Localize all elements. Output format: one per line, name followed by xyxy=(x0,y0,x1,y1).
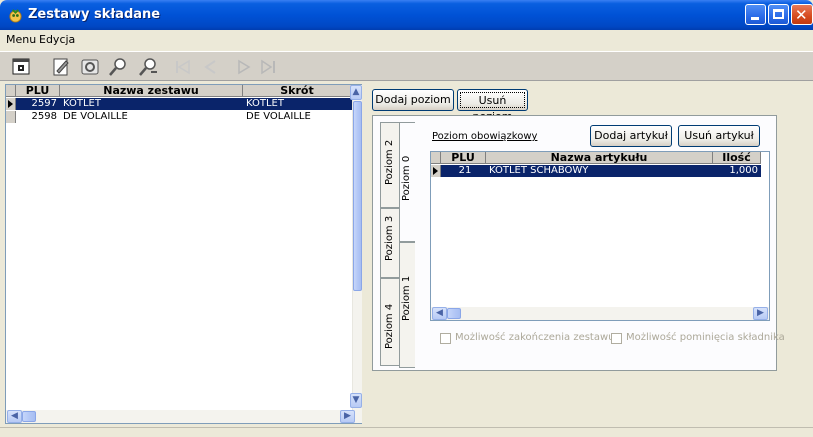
scroll-right-icon[interactable]: ▶ xyxy=(340,410,355,423)
tab-label: Poziom 1 xyxy=(401,275,412,321)
row-indicator xyxy=(431,165,441,177)
column-header-ilosc[interactable]: Ilość xyxy=(713,152,761,164)
menu-item-edycja[interactable]: Edycja xyxy=(39,33,75,46)
menu-item-menu[interactable]: Menu xyxy=(6,33,36,46)
horizontal-scrollbar[interactable]: ◀ ▶ xyxy=(431,307,769,320)
edit-icon[interactable] xyxy=(50,56,72,78)
minimize-icon xyxy=(751,17,759,20)
tab-label: Poziom 0 xyxy=(401,155,412,201)
tab-poziom-4[interactable]: Poziom 4 xyxy=(380,278,400,366)
app-icon xyxy=(9,9,22,23)
cell-name: DE VOLAILLE xyxy=(63,111,128,122)
tab-poziom-1[interactable]: Poziom 1 xyxy=(399,242,416,368)
tab-label: Poziom 3 xyxy=(384,215,395,261)
scroll-down-icon[interactable]: ▼ xyxy=(350,393,362,408)
can-finish-label: Możliwość zakończenia zestawu xyxy=(455,332,615,343)
window-title: Zestawy składane xyxy=(28,7,161,22)
can-skip-label: Możliwość pominięcia składnika xyxy=(626,332,785,343)
scroll-up-icon[interactable]: ▲ xyxy=(350,85,362,100)
row-indicator xyxy=(6,98,16,110)
column-header-skrot[interactable]: Skrót xyxy=(243,85,352,97)
menu-bar: Menu Edycja xyxy=(0,30,813,50)
column-header-nazwa-artykulu[interactable]: Nazwa artykułu xyxy=(486,152,713,164)
recycle-icon[interactable] xyxy=(79,56,101,78)
row-indicator xyxy=(6,111,16,123)
column-header-plu[interactable]: PLU xyxy=(441,152,486,164)
cell-plu: 2597 xyxy=(16,98,60,110)
last-record-icon[interactable] xyxy=(258,56,280,78)
can-skip-checkbox[interactable] xyxy=(611,333,622,344)
column-header-nazwa-zestawu[interactable]: Nazwa zestawu xyxy=(60,85,243,97)
column-header-plu[interactable]: PLU xyxy=(16,85,60,97)
remove-level-label: Usuń poziom xyxy=(460,92,525,123)
cell-qty: 1,000 xyxy=(713,165,761,177)
cell-short: KOTLET xyxy=(243,98,352,110)
level-title: Poziom obowiązkowy xyxy=(432,131,538,142)
close-icon: ✕ xyxy=(795,6,808,24)
tab-poziom-3[interactable]: Poziom 3 xyxy=(380,208,400,278)
articles-grid[interactable]: PLU Nazwa artykułu Ilość 21 KOTLET SCHAB… xyxy=(430,151,770,321)
scroll-thumb[interactable] xyxy=(353,101,362,291)
cell-plu: 21 xyxy=(441,165,486,177)
tab-poziom-2[interactable]: Poziom 2 xyxy=(380,122,400,208)
first-record-icon[interactable] xyxy=(172,56,194,78)
vertical-scrollbar[interactable]: ▲ ▼ xyxy=(350,85,362,410)
h-scroll-thumb[interactable] xyxy=(22,411,36,422)
maximize-button[interactable] xyxy=(768,4,789,25)
cell-plu: 2598 xyxy=(31,111,57,122)
row-indicator-header xyxy=(431,152,441,164)
next-record-icon[interactable] xyxy=(233,56,255,78)
horizontal-scrollbar[interactable]: ◀ ▶ xyxy=(6,410,362,423)
tab-poziom-0[interactable]: Poziom 0 xyxy=(399,122,416,242)
remove-article-button[interactable]: Usuń artykuł xyxy=(678,125,760,147)
row-indicator-header xyxy=(6,85,16,97)
prev-record-icon[interactable] xyxy=(200,56,222,78)
status-bar xyxy=(0,427,813,437)
add-level-button[interactable]: Dodaj poziom xyxy=(372,89,454,111)
current-row-arrow-icon xyxy=(8,100,13,108)
toolbar xyxy=(0,51,813,81)
tab-label: Poziom 4 xyxy=(384,303,395,349)
tab-label: Poziom 2 xyxy=(384,139,395,185)
scroll-right-icon[interactable]: ▶ xyxy=(753,307,768,320)
add-article-button[interactable]: Dodaj artykuł xyxy=(590,125,672,147)
cell-name: KOTLET xyxy=(60,98,243,110)
can-finish-checkbox[interactable] xyxy=(440,333,451,344)
scroll-left-icon[interactable]: ◀ xyxy=(7,410,22,423)
minimize-button[interactable] xyxy=(745,4,766,25)
search-icon[interactable] xyxy=(107,56,129,78)
close-button[interactable]: ✕ xyxy=(791,4,813,25)
h-scroll-thumb[interactable] xyxy=(447,308,461,319)
remove-level-button[interactable]: Usuń poziom xyxy=(457,89,528,123)
new-icon[interactable] xyxy=(10,56,32,78)
sets-grid[interactable]: PLU Nazwa zestawu Skrót 2597 KOTLET KOTL… xyxy=(5,84,362,424)
maximize-icon xyxy=(773,9,784,19)
cell-name: KOTLET SCHABOWY xyxy=(486,165,713,177)
title-bar: Zestawy składane ✕ xyxy=(0,0,813,30)
cell-short: DE VOLAILLE xyxy=(246,111,311,122)
search-next-icon[interactable] xyxy=(137,56,159,78)
current-row-arrow-icon xyxy=(433,167,438,175)
scroll-left-icon[interactable]: ◀ xyxy=(432,307,447,320)
